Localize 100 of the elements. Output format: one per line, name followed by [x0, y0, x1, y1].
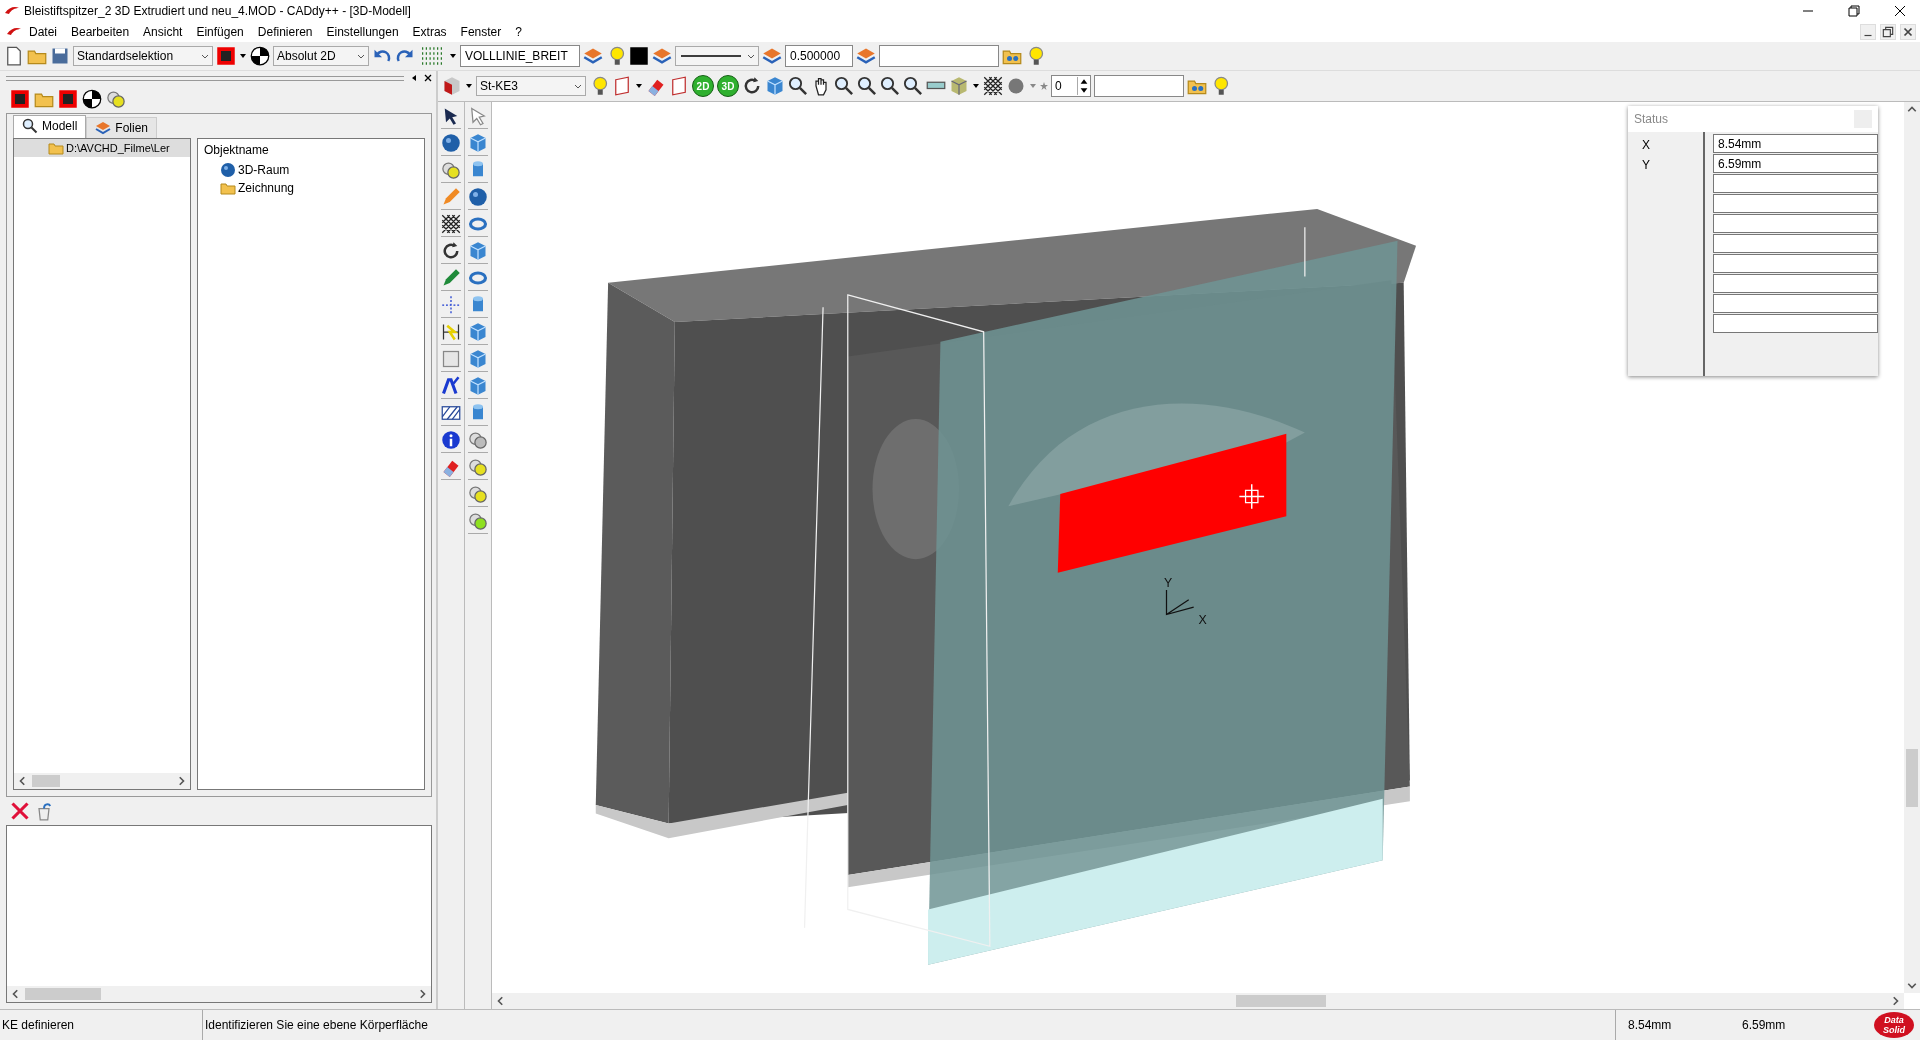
scroll-left-icon[interactable] [18, 776, 28, 786]
horizontal-scrollbar[interactable] [7, 986, 431, 1002]
coordinate-field[interactable]: 6.59mm [1713, 154, 1878, 173]
restore-icon[interactable] [1848, 5, 1860, 17]
plane-icon[interactable] [612, 76, 632, 96]
scroll-thumb[interactable] [1906, 749, 1918, 807]
plane-icon[interactable] [669, 76, 689, 96]
caret-icon[interactable] [201, 52, 209, 60]
close-icon[interactable] [424, 74, 432, 82]
scroll-thumb[interactable] [32, 775, 60, 787]
menu-item[interactable]: ? [508, 24, 529, 40]
line-style-icon [679, 54, 743, 58]
panel-tab[interactable]: Folien [86, 117, 158, 138]
new-file-icon[interactable] [4, 46, 24, 66]
caret-icon[interactable] [574, 82, 582, 90]
horizontal-scrollbar[interactable] [492, 993, 1904, 1009]
value-field[interactable] [1713, 314, 1878, 333]
axis-label: X [1198, 613, 1207, 628]
layers-icon[interactable] [856, 46, 876, 66]
scroll-left-icon[interactable] [496, 996, 506, 1006]
zoom-icon[interactable] [788, 76, 808, 96]
menu-item[interactable]: Definieren [250, 24, 320, 40]
line-type-field[interactable]: VOLLLINIE_BREIT [460, 45, 580, 67]
value-field[interactable] [1713, 254, 1878, 273]
layers-icon[interactable] [652, 46, 672, 66]
shaded-cube-icon[interactable] [949, 76, 969, 96]
line-width-field[interactable]: 0.500000 [785, 45, 853, 67]
layers-folder-icon[interactable] [583, 46, 603, 66]
caret-icon[interactable] [635, 82, 643, 90]
reference-point-icon[interactable] [250, 46, 270, 66]
ball-icon[interactable] [1006, 76, 1026, 96]
folder-icon [220, 180, 236, 196]
tree-item[interactable]: Zeichnung [204, 179, 418, 197]
value-field[interactable] [1713, 194, 1878, 213]
close-icon[interactable] [1894, 5, 1906, 17]
minimize-icon[interactable] [1860, 24, 1876, 40]
axis-label: Y [1164, 576, 1173, 591]
caret-icon[interactable] [972, 82, 980, 90]
collapse-arrow-icon[interactable] [410, 74, 418, 82]
status-prompt: Identifizieren Sie eine ebene Körperfläche [203, 1010, 1616, 1040]
rotate-icon[interactable] [742, 76, 762, 96]
cube-icon[interactable] [468, 133, 488, 156]
panel-tab[interactable]: Modell [13, 115, 87, 138]
caret-icon[interactable] [239, 52, 247, 60]
selection-box-icon[interactable] [216, 46, 236, 66]
scroll-thumb[interactable] [1236, 995, 1326, 1007]
scroll-thumb[interactable] [25, 988, 101, 1000]
pointer-icon[interactable] [468, 106, 488, 129]
menu-item[interactable]: Bearbeiten [64, 24, 137, 40]
number-spinner[interactable]: 0 [1051, 75, 1091, 97]
solid-icon[interactable] [442, 76, 462, 96]
menu-item[interactable]: Einfügen [189, 24, 251, 40]
scroll-right-icon[interactable] [417, 989, 427, 999]
layers-icon[interactable] [762, 46, 782, 66]
text-icon[interactable] [441, 376, 461, 399]
text-field[interactable] [1094, 75, 1184, 97]
caret-icon[interactable] [449, 52, 457, 60]
scroll-left-icon[interactable] [11, 989, 21, 999]
menu-item[interactable]: Einstellungen [319, 24, 406, 40]
value-field[interactable] [1713, 234, 1878, 253]
caret-icon[interactable] [747, 52, 755, 60]
circle-icon[interactable] [82, 89, 102, 109]
delete-icon[interactable] [10, 801, 30, 821]
menu-item[interactable]: Extras [405, 24, 454, 40]
menu-item[interactable]: Ansicht [136, 24, 190, 40]
selection-mode-dropdown[interactable]: Standardselektion [73, 46, 213, 66]
stop-icon[interactable] [58, 89, 78, 109]
save-icon[interactable] [50, 46, 70, 66]
status-x: 8.54mm [1627, 1018, 1673, 1032]
layer-field[interactable] [879, 45, 999, 67]
pencil-icon[interactable] [441, 268, 461, 291]
menu-item[interactable]: Fenster [453, 24, 509, 40]
hatch-icon[interactable] [441, 403, 461, 426]
line-style-dropdown[interactable] [675, 46, 759, 66]
scroll-down-icon[interactable] [1907, 980, 1917, 990]
caret-icon[interactable] [357, 52, 365, 60]
value-field[interactable] [1713, 294, 1878, 313]
tree-item[interactable]: 3D-Raum [204, 161, 418, 179]
value-field[interactable] [1713, 214, 1878, 233]
rotate-icon[interactable] [441, 241, 461, 264]
mesh-icon[interactable] [983, 76, 1003, 96]
dimension-icon[interactable] [441, 322, 461, 345]
color-swatch-icon[interactable] [629, 46, 649, 66]
coordinate-field[interactable]: 8.54mm [1713, 134, 1878, 153]
spheres-icon[interactable] [468, 511, 488, 534]
feature-dropdown[interactable]: St-KE3 [476, 76, 586, 96]
info-icon[interactable] [441, 430, 461, 453]
value-field[interactable] [1713, 274, 1878, 293]
file-item[interactable]: D:\AVCHD_Filme\Ler [14, 139, 190, 157]
shapes-icon[interactable] [106, 89, 126, 109]
scroll-right-icon[interactable] [1890, 996, 1900, 1006]
menu-item[interactable]: Datei [22, 24, 64, 40]
value-field[interactable] [1713, 174, 1878, 193]
selection-arrow-icon[interactable] [441, 106, 461, 129]
caret-icon[interactable] [465, 82, 473, 90]
scroll-right-icon[interactable] [176, 776, 186, 786]
cylinder-icon[interactable] [468, 160, 488, 183]
horizontal-scrollbar[interactable] [14, 773, 190, 789]
coordinate-mode-dropdown[interactable]: Absolut 2D [273, 46, 369, 66]
vertical-scrollbar[interactable] [1904, 102, 1920, 993]
